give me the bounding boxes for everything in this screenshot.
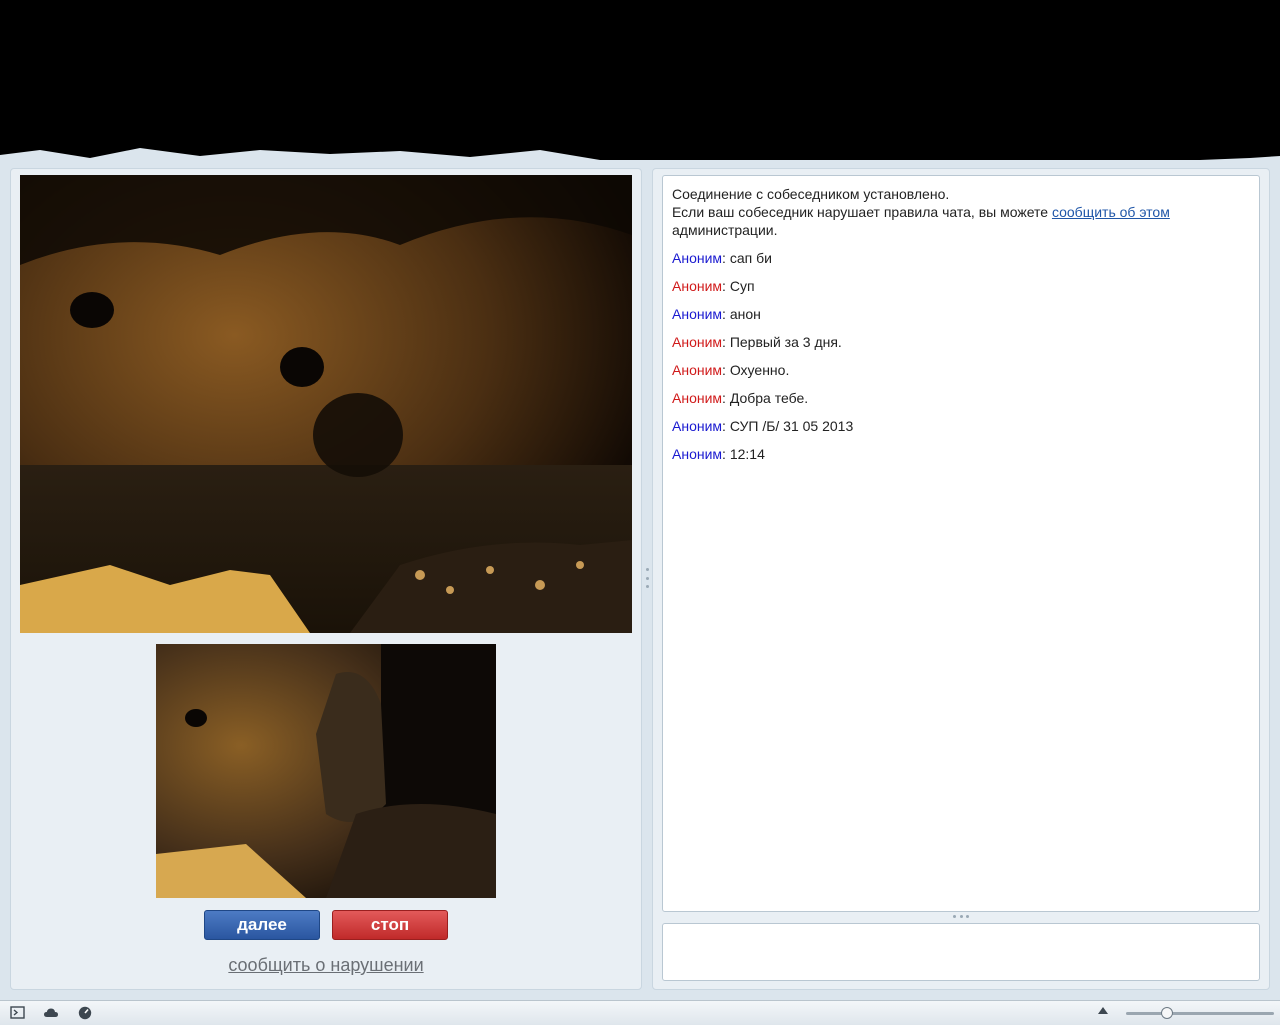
message-author: Аноним: [672, 250, 723, 266]
message-text: Добра тебе.: [729, 390, 809, 406]
message-input[interactable]: [662, 923, 1260, 981]
chat-message: Аноним: анон: [672, 306, 761, 322]
system-line-rules: Если ваш собеседник нарушает правила чат…: [672, 204, 1052, 220]
message-text: Охуенно.: [729, 362, 790, 378]
system-message: Соединение с собеседником установлено. Е…: [672, 185, 1250, 239]
local-video: [156, 644, 496, 898]
chat-message: Аноним: Охуенно.: [672, 362, 790, 378]
cloud-icon[interactable]: [43, 1005, 59, 1021]
chat-message: Аноним: сап би: [672, 250, 772, 266]
message-author: Аноним: [672, 418, 723, 434]
chat-log: Соединение с собеседником установлено. Е…: [662, 175, 1260, 912]
message-text: Первый за 3 дня.: [729, 334, 842, 350]
message-author: Аноним: [672, 306, 723, 322]
zoom-slider[interactable]: [1126, 1007, 1274, 1019]
chat-message: Аноним: СУП /Б/ 31 05 2013: [672, 418, 854, 434]
redacted-header: [0, 0, 1280, 170]
message-text: СУП /Б/ 31 05 2013: [729, 418, 854, 434]
message-author: Аноним: [672, 362, 723, 378]
message-author: Аноним: [672, 334, 723, 350]
status-bar: [0, 1000, 1280, 1025]
expand-arrow-icon[interactable]: [1098, 1007, 1108, 1014]
terminal-icon[interactable]: [10, 1005, 26, 1021]
stop-button[interactable]: стоп: [332, 910, 448, 940]
chat-message: Аноним: Суп: [672, 278, 755, 294]
vertical-splitter-handle[interactable]: [644, 568, 650, 588]
speed-gauge-icon[interactable]: [77, 1005, 93, 1021]
message-author: Аноним: [672, 278, 723, 294]
report-violation-link[interactable]: сообщить о нарушении: [0, 955, 652, 976]
chat-message: Аноним: Добра тебе.: [672, 390, 809, 406]
message-text: 12:14: [729, 446, 765, 462]
chat-message: Аноним: Первый за 3 дня.: [672, 334, 842, 350]
chat-message: Аноним: 12:14: [672, 446, 765, 462]
message-text: сап би: [729, 250, 772, 266]
message-author: Аноним: [672, 390, 723, 406]
report-admin-link[interactable]: сообщить об этом: [1052, 204, 1170, 220]
system-line-admin: администрации.: [672, 222, 778, 238]
message-author: Аноним: [672, 446, 723, 462]
system-line-connected: Соединение с собеседником установлено.: [672, 186, 950, 202]
zoom-slider-thumb[interactable]: [1161, 1007, 1174, 1019]
remote-video: [20, 175, 632, 633]
message-text: анон: [729, 306, 761, 322]
next-button[interactable]: далее: [204, 910, 320, 940]
horizontal-splitter-handle[interactable]: [953, 915, 969, 919]
message-text: Суп: [729, 278, 755, 294]
